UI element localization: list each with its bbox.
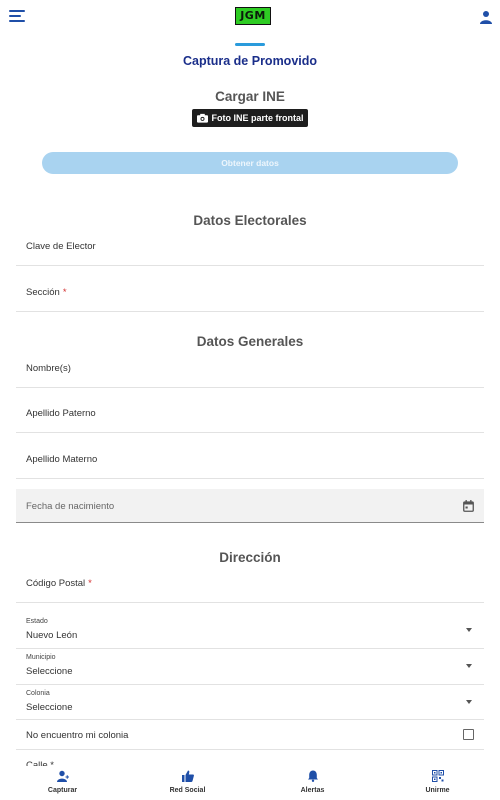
photo-ine-button[interactable]: Foto INE parte frontal [192,109,308,127]
section-title-electorales: Datos Electorales [193,213,307,228]
apellido-materno-field[interactable]: Apellido Materno [16,441,484,479]
nav-unirme[interactable]: Unirme [375,766,500,800]
estado-value: Nuevo León [26,630,78,641]
thumbs-up-icon [181,770,194,782]
seccion-field[interactable]: Sección * [16,275,484,312]
bottom-navigation: Capturar Red Social Alertas Unirme [0,766,500,800]
required-mark: * [62,287,67,298]
chevron-down-icon [466,628,472,632]
title-accent-line [235,43,265,46]
codigo-postal-label-wrap: Código Postal * [26,578,92,589]
photo-ine-label: Foto INE parte frontal [211,113,304,123]
no-colonia-label: No encuentro mi colonia [26,730,129,741]
app-logo: JGM [235,7,271,25]
codigo-postal-field[interactable]: Código Postal * [16,566,484,603]
top-bar: JGM [0,0,500,34]
nav-red-social-label: Red Social [169,787,206,794]
nav-capturar[interactable]: Capturar [0,766,125,800]
clave-elector-label: Clave de Elector [26,241,96,252]
estado-select[interactable]: Estado Nuevo León [16,614,484,649]
nav-red-social[interactable]: Red Social [125,766,250,800]
menu-icon[interactable] [9,10,27,24]
bell-icon [307,770,318,782]
colonia-value: Seleccione [26,702,73,713]
nav-unirme-label: Unirme [425,787,450,794]
obtain-data-button[interactable]: Obtener datos [42,152,458,174]
user-icon[interactable] [479,10,493,24]
colonia-select[interactable]: Colonia Seleccione [16,686,484,720]
page-title: Captura de Promovido [182,54,318,68]
nav-alertas-label: Alertas [300,787,325,794]
qr-code-icon [431,770,444,782]
municipio-value: Seleccione [26,666,73,677]
nav-alertas[interactable]: Alertas [250,766,375,800]
seccion-label-wrap: Sección * [26,287,67,298]
no-colonia-row: No encuentro mi colonia [16,720,484,750]
nombre-field[interactable]: Nombre(s) [16,350,484,388]
chevron-down-icon [466,700,472,704]
municipio-select[interactable]: Municipio Seleccione [16,650,484,685]
apellido-materno-label: Apellido Materno [26,454,98,465]
section-title-direccion: Dirección [219,550,281,565]
fecha-nacimiento-field[interactable]: Fecha de nacimiento [16,489,484,523]
calendar-icon[interactable] [463,500,474,512]
no-colonia-checkbox[interactable] [463,729,474,740]
apellido-paterno-field[interactable]: Apellido Paterno [16,396,484,433]
camera-icon [196,113,208,123]
chevron-down-icon [466,664,472,668]
estado-label: Estado [26,618,48,625]
required-mark: * [88,578,92,589]
fecha-nacimiento-placeholder: Fecha de nacimiento [26,501,115,512]
clave-elector-field[interactable]: Clave de Elector [16,229,484,266]
section-title-generales: Datos Generales [196,334,304,349]
colonia-label: Colonia [26,690,50,697]
municipio-label: Municipio [26,654,56,661]
seccion-label: Sección [26,287,60,298]
add-person-icon [56,770,69,782]
nav-capturar-label: Capturar [47,787,78,794]
nombre-label: Nombre(s) [26,363,71,374]
apellido-paterno-label: Apellido Paterno [26,408,96,419]
section-title-ine: Cargar INE [215,89,285,104]
codigo-postal-label: Código Postal [26,578,86,589]
